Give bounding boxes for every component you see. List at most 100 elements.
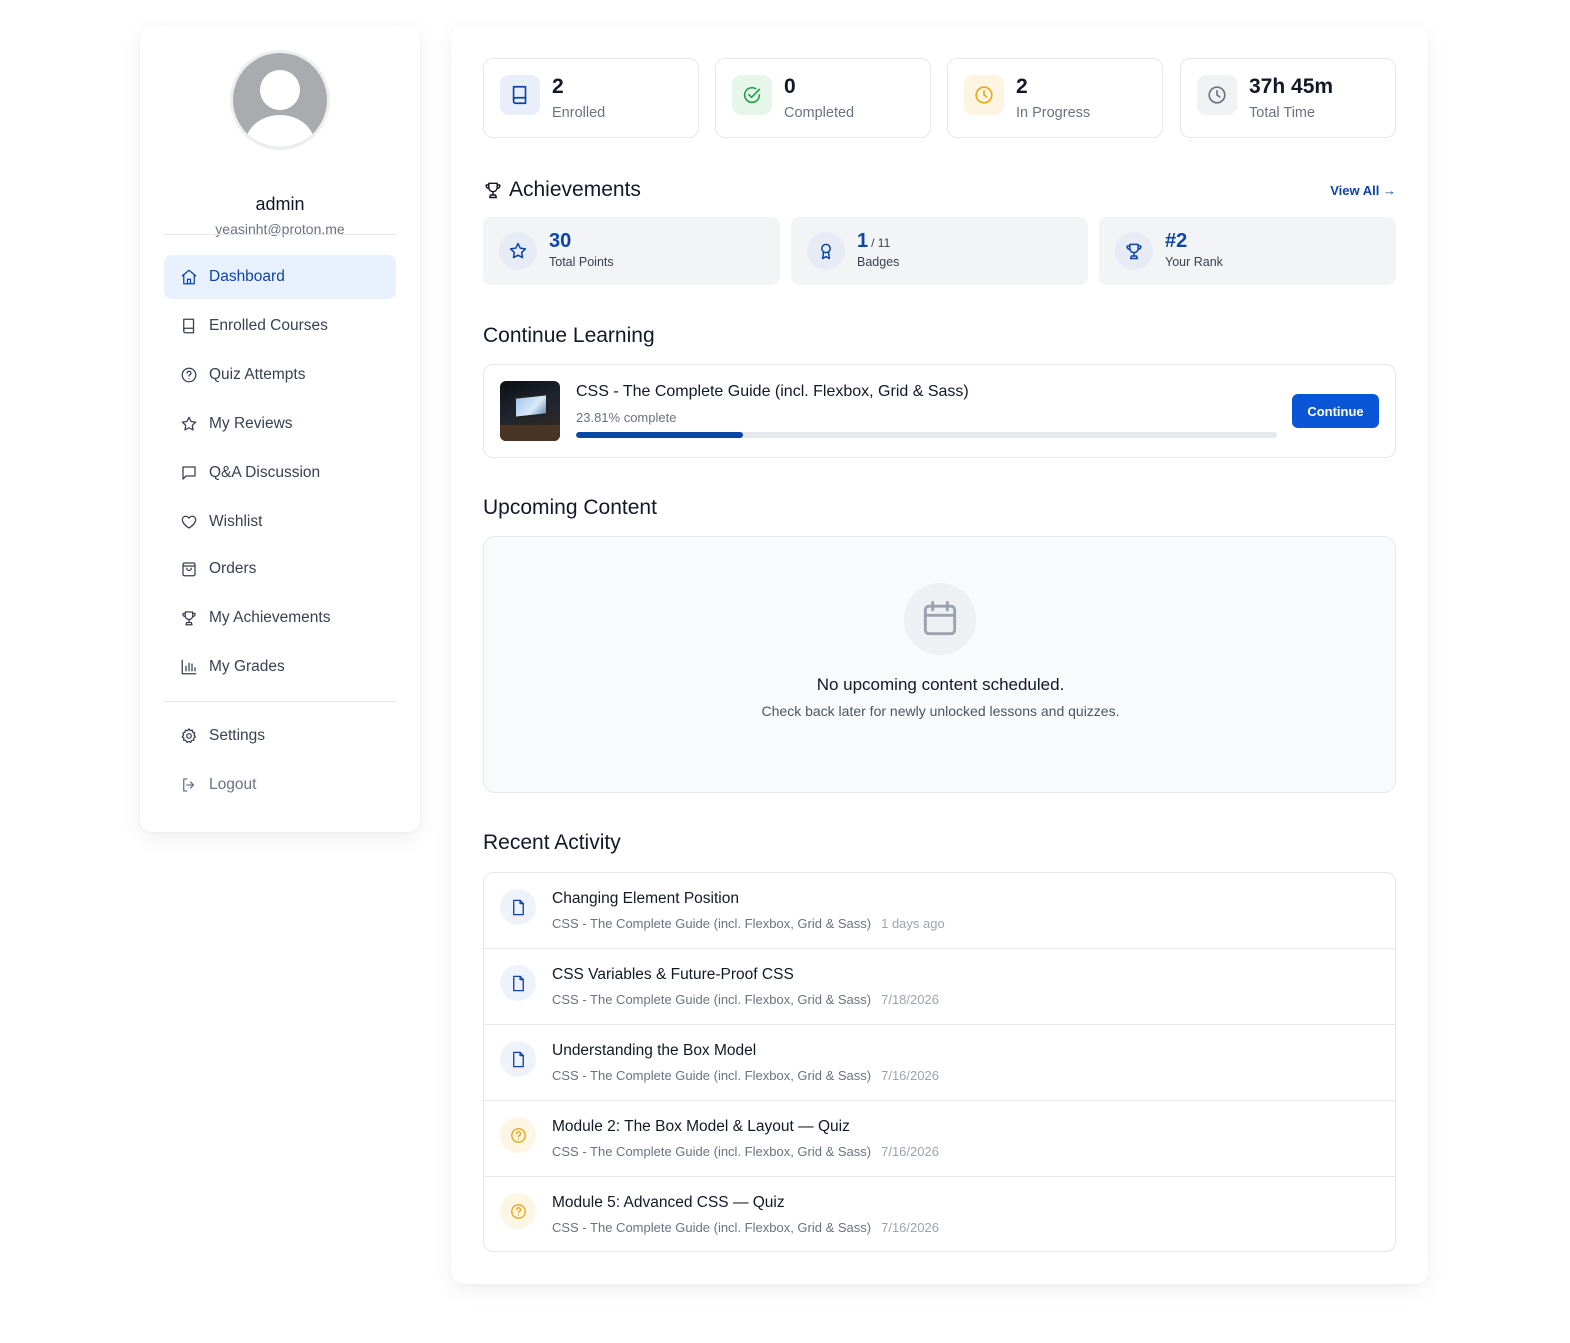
book-icon <box>500 75 540 115</box>
trophy-icon <box>180 609 198 627</box>
stat-label: Completed <box>784 105 855 121</box>
achievement-value: 1/ 11 <box>857 230 891 252</box>
logout-icon <box>180 776 198 794</box>
activity-course: CSS - The Complete Guide (incl. Flexbox,… <box>552 916 872 931</box>
continue-learning-title: Continue Learning <box>483 324 655 347</box>
sidebar-item-quiz-attempts[interactable]: Quiz Attempts <box>164 353 396 397</box>
avatar[interactable] <box>230 50 330 150</box>
achievement-card-points: 30 Total Points <box>483 217 780 285</box>
sidebar: admin yeasinht@proton.me Dashboard Enrol… <box>140 26 420 832</box>
achievement-label: Your Rank <box>1165 255 1223 269</box>
help-circle-icon <box>500 1193 536 1229</box>
activity-title[interactable]: Module 2: The Box Model & Layout — Quiz <box>552 1118 850 1136</box>
continue-course-card[interactable]: CSS - The Complete Guide (incl. Flexbox,… <box>483 364 1396 458</box>
activity-time: 7/16/2026 <box>881 1068 939 1083</box>
achievement-card-rank: #2 Your Rank <box>1099 217 1396 285</box>
user-name: admin <box>255 194 305 214</box>
activity-row[interactable]: Changing Element Position CSS - The Comp… <box>484 873 1395 949</box>
achievements-heading: Achievements <box>483 178 641 202</box>
stat-value: 2 <box>1016 75 1028 98</box>
activity-time: 7/16/2026 <box>881 1144 939 1159</box>
stat-label: Total Time <box>1249 105 1316 121</box>
star-icon <box>180 415 198 433</box>
clock-icon <box>1197 75 1237 115</box>
gear-icon <box>180 727 198 745</box>
check-circle-icon <box>732 75 772 115</box>
help-circle-icon <box>500 1117 536 1153</box>
sidebar-item-label: Dashboard <box>209 268 285 285</box>
main-panel: 2 Enrolled 0 Completed 2 In Progress 37h… <box>451 26 1428 1284</box>
course-progress-bar <box>576 432 1277 438</box>
stat-card-enrolled: 2 Enrolled <box>483 58 699 138</box>
achievement-value: 30 <box>549 230 572 252</box>
calendar-icon <box>904 583 976 655</box>
achievement-label: Total Points <box>549 255 614 269</box>
file-icon <box>500 889 536 925</box>
sidebar-item-label: Quiz Attempts <box>209 366 306 383</box>
stat-label: In Progress <box>1016 105 1091 121</box>
sidebar-item-label: Wishlist <box>209 513 263 530</box>
course-thumbnail[interactable] <box>500 381 560 441</box>
course-progress-text: 23.81% complete <box>576 410 677 425</box>
activity-time: 1 days ago <box>881 916 945 931</box>
sidebar-item-settings[interactable]: Settings <box>164 714 396 758</box>
avatar-head-shape <box>260 70 300 110</box>
activity-meta: CSS - The Complete Guide (incl. Flexbox,… <box>552 1144 939 1159</box>
stat-card-total-time: 37h 45m Total Time <box>1180 58 1396 138</box>
activity-row[interactable]: Understanding the Box Model CSS - The Co… <box>484 1025 1395 1101</box>
view-all-achievements-link[interactable]: View All → <box>1330 183 1396 198</box>
avatar-body-shape <box>245 115 315 147</box>
file-icon <box>500 965 536 1001</box>
sidebar-item-label: Q&A Discussion <box>209 464 321 481</box>
activity-meta: CSS - The Complete Guide (incl. Flexbox,… <box>552 992 939 1007</box>
star-icon <box>499 232 537 270</box>
stat-value: 0 <box>784 75 796 98</box>
activity-row[interactable]: Module 5: Advanced CSS — Quiz CSS - The … <box>484 1177 1395 1251</box>
activity-title[interactable]: Changing Element Position <box>552 890 739 908</box>
activity-row[interactable]: CSS Variables & Future-Proof CSS CSS - T… <box>484 949 1395 1025</box>
activity-course: CSS - The Complete Guide (incl. Flexbox,… <box>552 1144 872 1159</box>
sidebar-item-enrolled-courses[interactable]: Enrolled Courses <box>164 304 396 348</box>
stat-value: 37h 45m <box>1249 75 1334 98</box>
sidebar-item-orders[interactable]: Orders <box>164 547 396 591</box>
activity-time: 7/16/2026 <box>881 1220 939 1235</box>
activity-row[interactable]: Module 2: The Box Model & Layout — Quiz … <box>484 1101 1395 1177</box>
sidebar-item-label: My Grades <box>209 658 285 675</box>
activity-time: 7/18/2026 <box>881 992 939 1007</box>
continue-button[interactable]: Continue <box>1292 394 1379 428</box>
sidebar-item-my-reviews[interactable]: My Reviews <box>164 402 396 446</box>
sidebar-item-my-achievements[interactable]: My Achievements <box>164 596 396 640</box>
sidebar-item-label: My Reviews <box>209 415 293 432</box>
activity-title[interactable]: CSS Variables & Future-Proof CSS <box>552 966 794 984</box>
sidebar-item-label: Settings <box>209 727 266 744</box>
sidebar-item-wishlist[interactable]: Wishlist <box>164 500 396 544</box>
book-icon <box>180 317 198 335</box>
recent-activity-list: Changing Element Position CSS - The Comp… <box>483 872 1396 1252</box>
stat-value: 2 <box>552 75 564 98</box>
shopping-bag-icon <box>180 560 198 578</box>
activity-title[interactable]: Module 5: Advanced CSS — Quiz <box>552 1194 785 1212</box>
sidebar-item-label: My Achievements <box>209 609 331 626</box>
sidebar-item-logout[interactable]: Logout <box>164 763 396 807</box>
trophy-icon <box>1115 232 1153 270</box>
activity-course: CSS - The Complete Guide (incl. Flexbox,… <box>552 1220 872 1235</box>
activity-meta: CSS - The Complete Guide (incl. Flexbox,… <box>552 916 945 931</box>
sidebar-item-label: Orders <box>209 560 257 577</box>
activity-meta: CSS - The Complete Guide (incl. Flexbox,… <box>552 1068 939 1083</box>
upcoming-content-title: Upcoming Content <box>483 496 657 519</box>
activity-course: CSS - The Complete Guide (incl. Flexbox,… <box>552 992 872 1007</box>
course-title[interactable]: CSS - The Complete Guide (incl. Flexbox,… <box>576 383 969 401</box>
clock-icon <box>964 75 1004 115</box>
sidebar-item-label: Logout <box>209 776 257 793</box>
sidebar-item-qa-discussion[interactable]: Q&A Discussion <box>164 451 396 495</box>
thumbnail-monitor-shape <box>514 393 548 419</box>
stat-card-completed: 0 Completed <box>715 58 931 138</box>
sidebar-item-dashboard[interactable]: Dashboard <box>164 255 396 299</box>
sidebar-divider <box>164 701 396 702</box>
activity-title[interactable]: Understanding the Box Model <box>552 1042 756 1060</box>
sidebar-item-my-grades[interactable]: My Grades <box>164 645 396 689</box>
thumbnail-desk-shape <box>500 425 560 441</box>
sidebar-divider <box>164 234 396 235</box>
sidebar-item-label: Enrolled Courses <box>209 317 328 334</box>
achievement-value: #2 <box>1165 230 1188 252</box>
